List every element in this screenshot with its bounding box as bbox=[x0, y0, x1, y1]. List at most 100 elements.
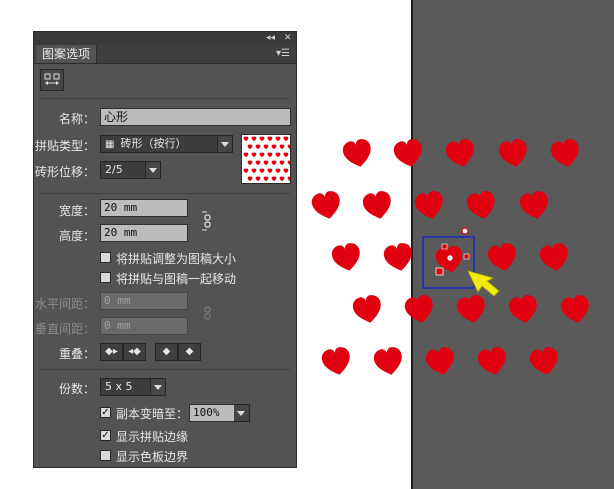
move-with-art-label: 将拼贴与图稿一起移动 bbox=[116, 272, 237, 286]
swatch-heart bbox=[243, 168, 249, 174]
overlap-left-button[interactable]: ◆▸ bbox=[100, 343, 123, 361]
swatch-heart bbox=[287, 144, 290, 150]
pattern-heart bbox=[320, 345, 354, 378]
swatch-hearts bbox=[243, 136, 290, 182]
rotate-handle[interactable] bbox=[461, 227, 469, 235]
overlap-right-button[interactable]: ◂◆ bbox=[123, 343, 146, 361]
h-spacing-field[interactable]: 0 mm bbox=[100, 292, 188, 310]
divider bbox=[40, 98, 290, 99]
pattern-heart bbox=[476, 345, 510, 378]
pattern-swatch-preview bbox=[241, 134, 291, 184]
brick-offset-dropdown[interactable]: 2/5 bbox=[100, 161, 161, 179]
pattern-heart bbox=[507, 293, 541, 326]
pattern-heart bbox=[351, 293, 385, 326]
anchor-handle[interactable] bbox=[463, 253, 470, 260]
pattern-heart bbox=[444, 137, 478, 170]
panel-tab-row: 图案选项 ▾☰ bbox=[34, 45, 296, 64]
swatch-heart bbox=[279, 144, 285, 150]
tile-type-dropdown[interactable]: ▦ 砖形（按行） bbox=[100, 135, 233, 153]
swatch-heart bbox=[283, 152, 289, 158]
pattern-heart bbox=[538, 241, 572, 274]
swatch-heart bbox=[251, 152, 257, 158]
yellow-arrow-icon bbox=[467, 270, 500, 297]
v-spacing-field[interactable]: 0 mm bbox=[100, 317, 188, 335]
swatch-heart bbox=[255, 160, 261, 166]
height-field[interactable]: 20 mm bbox=[100, 224, 188, 242]
pattern-heart bbox=[528, 345, 562, 378]
width-field[interactable]: 20 mm bbox=[100, 199, 188, 217]
swatch-heart bbox=[271, 144, 277, 150]
pattern-tile-tool-button[interactable] bbox=[40, 69, 64, 91]
divider bbox=[40, 193, 290, 194]
swatch-heart bbox=[279, 176, 285, 182]
swatch-heart bbox=[247, 176, 253, 182]
fit-tile-checkbox[interactable] bbox=[100, 252, 111, 263]
copies-dropdown[interactable]: 5 x 5 bbox=[100, 378, 166, 396]
h-spacing-label: 水平间距： bbox=[34, 297, 95, 311]
dim-copies-label: 副本变暗至： bbox=[116, 407, 189, 421]
swatch-heart bbox=[259, 152, 265, 158]
anchor-handle[interactable] bbox=[441, 243, 448, 250]
swatch-heart bbox=[251, 168, 257, 174]
swatch-heart bbox=[243, 136, 249, 142]
swatch-heart bbox=[259, 136, 265, 142]
show-tile-edge-checkbox[interactable]: ✓ bbox=[100, 430, 111, 441]
dim-copies-checkbox[interactable]: ✓ bbox=[100, 407, 111, 418]
dim-copies-dropdown[interactable] bbox=[234, 404, 250, 422]
selected-heart-tile[interactable] bbox=[422, 227, 475, 289]
swatch-heart bbox=[263, 144, 269, 150]
pattern-tile-tool-icon bbox=[44, 73, 60, 85]
swatch-heart bbox=[287, 160, 290, 166]
brick-offset-value: 2/5 bbox=[105, 163, 123, 176]
pattern-heart bbox=[310, 189, 344, 222]
overlap-top-button[interactable]: ◆ bbox=[155, 343, 178, 361]
dim-copies-value: 100% bbox=[193, 406, 220, 419]
tab-pattern-options[interactable]: 图案选项 bbox=[36, 45, 98, 63]
pattern-heart bbox=[424, 345, 458, 378]
brick-tile-icon: ▦ bbox=[105, 139, 115, 150]
move-with-art-checkbox[interactable] bbox=[100, 272, 111, 283]
copies-value: 5 x 5 bbox=[105, 380, 133, 393]
swatch-heart bbox=[271, 160, 277, 166]
show-swatch-bounds-label: 显示色板边界 bbox=[116, 450, 189, 464]
divider bbox=[40, 369, 290, 370]
pattern-heart bbox=[341, 137, 375, 170]
swatch-heart bbox=[267, 168, 273, 174]
swatch-heart bbox=[247, 160, 253, 166]
width-label: 宽度： bbox=[58, 204, 95, 218]
link-spacing-icon[interactable] bbox=[200, 301, 214, 325]
panel-title-bar: ◂◂ ✕ bbox=[34, 32, 296, 45]
close-icon[interactable]: ✕ bbox=[284, 32, 292, 45]
copies-label: 份数： bbox=[58, 382, 95, 396]
link-dimensions-icon[interactable] bbox=[200, 208, 214, 234]
pattern-heart bbox=[497, 137, 531, 170]
pattern-heart bbox=[518, 189, 552, 222]
swatch-heart bbox=[251, 136, 257, 142]
pattern-options-panel: ◂◂ ✕ 图案选项 ▾☰ 名称： 心形 拼贴类型： ▦ 砖形（按行） 砖形位移： … bbox=[33, 31, 297, 468]
swatch-heart bbox=[255, 176, 261, 182]
show-tile-edge-label: 显示拼贴边缘 bbox=[116, 430, 189, 444]
double-chevron-icon[interactable]: ◂◂ bbox=[266, 32, 275, 45]
pattern-heart bbox=[361, 189, 395, 222]
overlap-label: 重叠： bbox=[58, 347, 95, 361]
pattern-heart bbox=[549, 137, 583, 170]
brick-offset-label: 砖形位移： bbox=[34, 165, 95, 179]
swatch-heart bbox=[271, 176, 277, 182]
swatch-heart bbox=[255, 144, 261, 150]
swatch-heart bbox=[247, 144, 253, 150]
overlap-bottom-button[interactable]: ◆ bbox=[178, 343, 201, 361]
swatch-heart bbox=[259, 168, 265, 174]
chevron-down-icon bbox=[217, 136, 232, 152]
swatch-heart bbox=[287, 176, 290, 182]
show-swatch-bounds-checkbox[interactable] bbox=[100, 450, 111, 461]
swatch-heart bbox=[275, 136, 281, 142]
tile-type-value: 砖形（按行） bbox=[120, 137, 187, 150]
chevron-down-icon bbox=[150, 379, 165, 395]
pattern-heart bbox=[455, 293, 489, 326]
pattern-name-field[interactable]: 心形 bbox=[100, 108, 291, 126]
panel-menu-icon[interactable]: ▾☰ bbox=[276, 48, 290, 59]
swatch-heart bbox=[275, 168, 281, 174]
pattern-heart bbox=[330, 241, 364, 274]
anchor-handle[interactable] bbox=[435, 267, 444, 276]
swatch-heart bbox=[283, 168, 289, 174]
